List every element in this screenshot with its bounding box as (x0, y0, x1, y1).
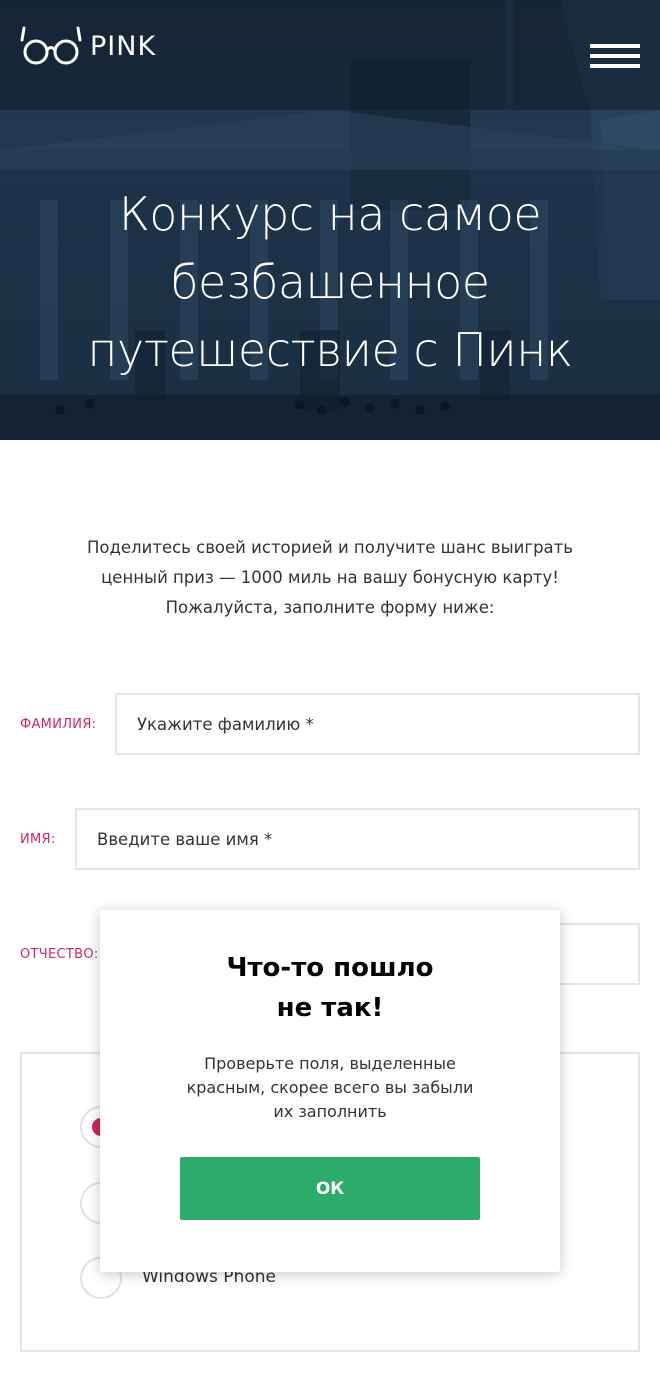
surname-label: фамилия: (20, 717, 97, 732)
modal-title-line: не так! (276, 993, 384, 1023)
intro-line: ценный приз — 1000 миль на вашу бонусную… (101, 568, 559, 587)
modal-title-line: Что-то пошло (226, 953, 434, 983)
ok-button[interactable]: ок (180, 1157, 480, 1220)
hero-title-line: безбашенное (170, 255, 490, 309)
modal-message-line: красным, скорее всего вы забыли (186, 1078, 474, 1097)
logo-text: PINK (90, 30, 157, 62)
surname-input[interactable] (115, 693, 640, 755)
intro-text: Поделитесь своей историей и получите шан… (0, 533, 660, 623)
modal-message-line: их заполнить (273, 1102, 387, 1121)
patronymic-label: отчество: (20, 947, 99, 962)
page-title: Конкурс на самое безбашенное путешествие… (0, 180, 660, 384)
hero-title-line: путешествие с Пинк (87, 323, 573, 377)
modal-title: Что-то пошло не так! (100, 948, 560, 1028)
menu-burger-icon[interactable] (590, 44, 640, 68)
modal-message-line: Проверьте поля, выделенные (204, 1054, 456, 1073)
glasses-logo-icon (20, 26, 82, 65)
name-label: имя: (20, 832, 56, 847)
logo[interactable]: PINK (20, 26, 156, 66)
intro-line: Поделитесь своей историей и получите шан… (87, 538, 573, 557)
hero-banner: PINK Конкурс на самое безбашенное путеше… (0, 0, 660, 440)
hero-title-line: Конкурс на самое (118, 187, 542, 241)
intro-line: Пожалуйста, заполните форму ниже: (165, 598, 495, 617)
name-input[interactable] (75, 808, 640, 870)
error-modal: Что-то пошло не так! Проверьте поля, выд… (100, 910, 560, 1272)
modal-message: Проверьте поля, выделенные красным, скор… (100, 1052, 560, 1124)
